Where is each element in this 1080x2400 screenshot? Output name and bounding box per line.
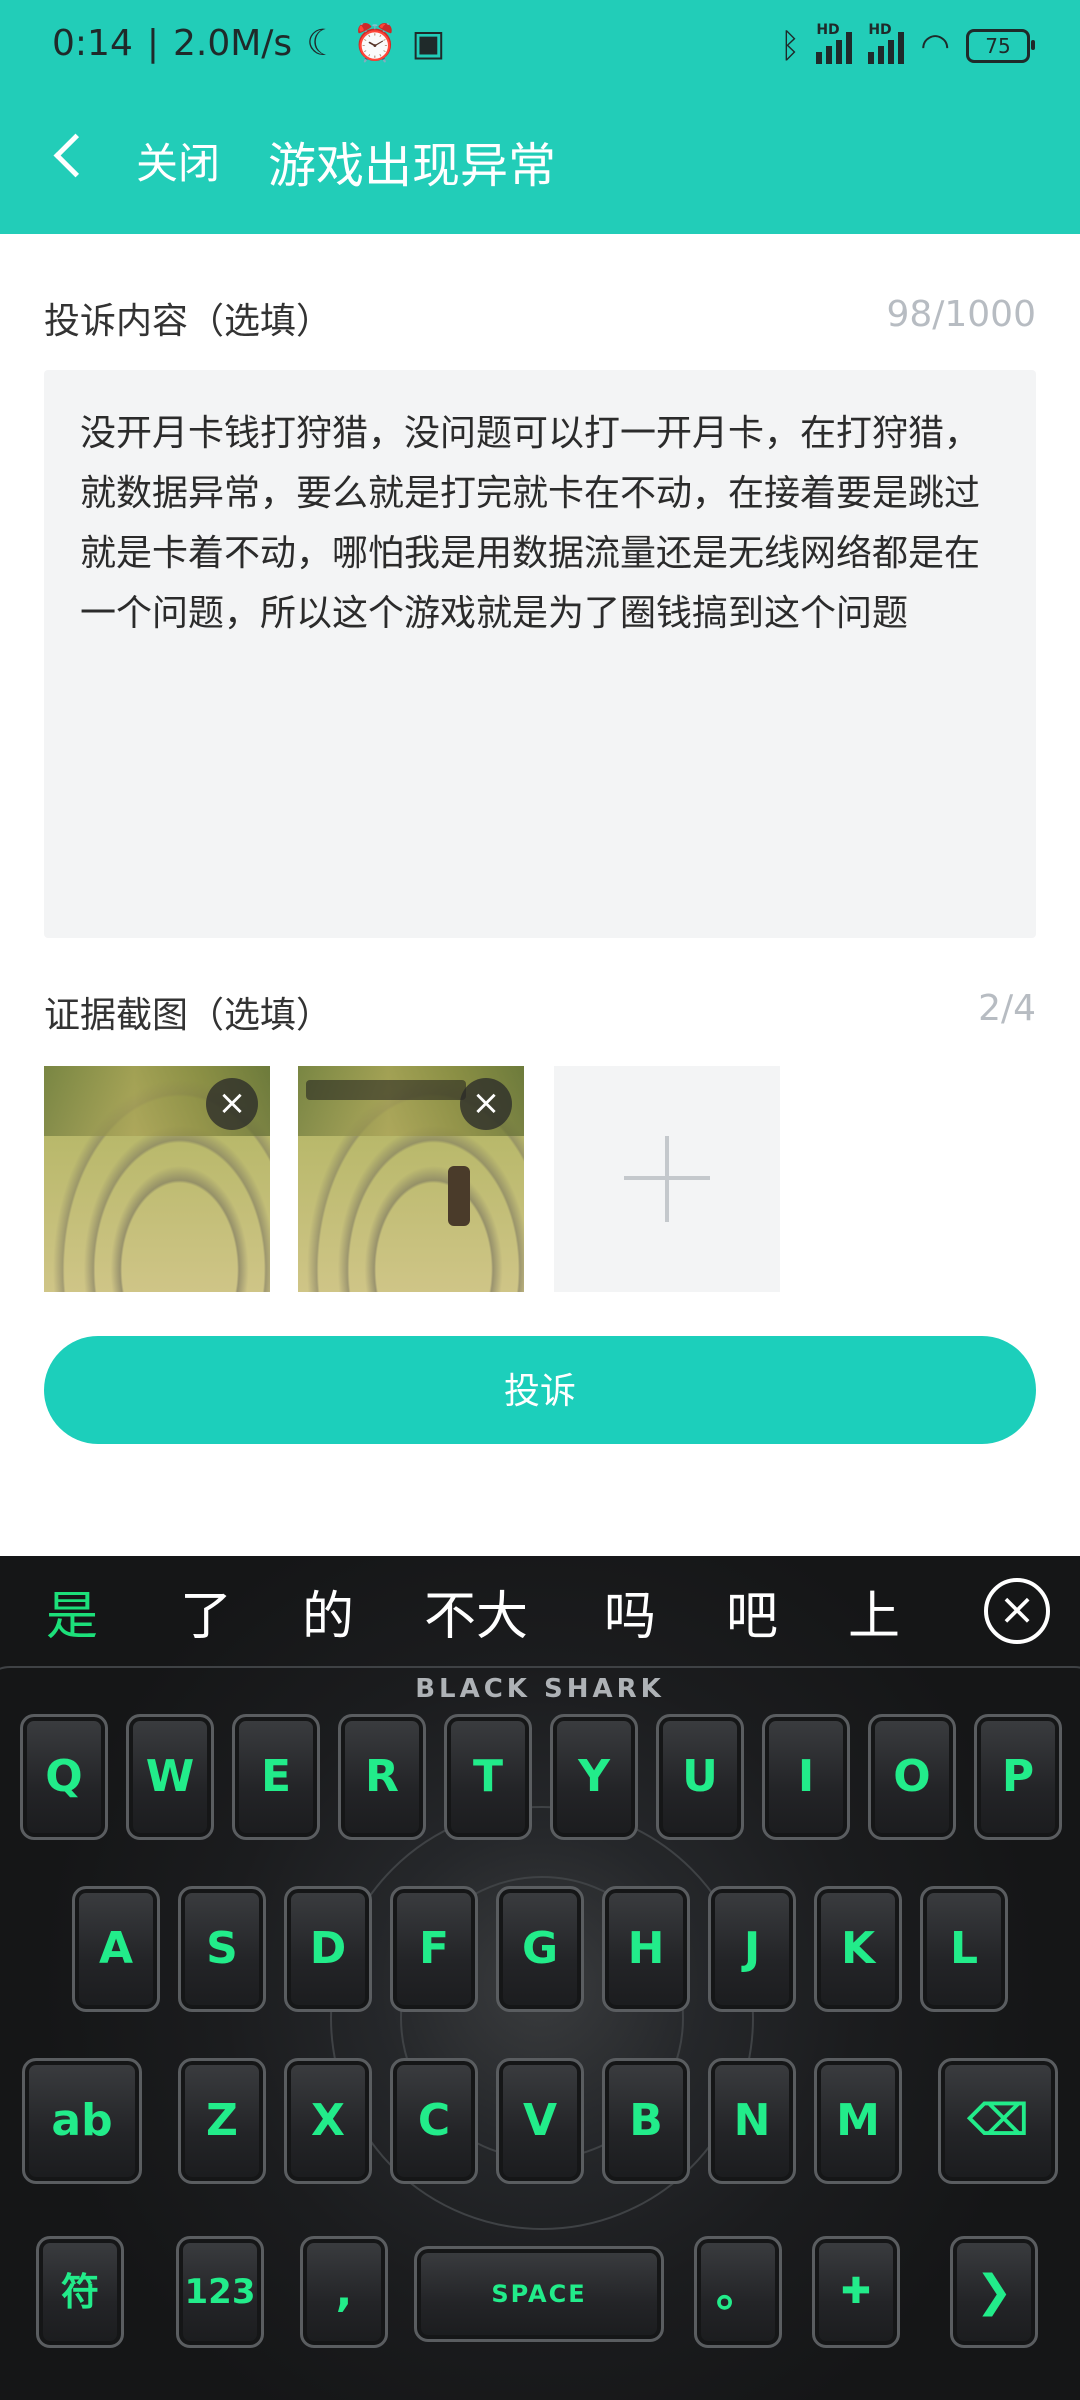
wifi-icon: ◠ (920, 26, 950, 66)
complaint-counter: 98/1000 (886, 294, 1036, 335)
backspace-icon[interactable]: ⌫ (938, 2058, 1058, 2184)
key-g[interactable]: G (496, 1886, 584, 2012)
key-a[interactable]: A (72, 1886, 160, 2012)
key-w[interactable]: W (126, 1714, 214, 1840)
key-n[interactable]: N (708, 2058, 796, 2184)
keyboard-brand: BLACK SHARK (415, 1674, 665, 1704)
signal-icon-1: HD (816, 22, 853, 64)
back-arrow-icon[interactable] (50, 130, 90, 180)
key-c[interactable]: C (390, 2058, 478, 2184)
alarm-icon: ⏰ (352, 23, 398, 64)
signal-icon-2: HD (868, 22, 905, 64)
candidate-word[interactable]: 是 (46, 1574, 98, 1649)
evidence-thumbnail-2[interactable]: × (298, 1066, 524, 1292)
remove-image-icon[interactable]: × (206, 1078, 258, 1130)
key-x[interactable]: X (284, 2058, 372, 2184)
candidate-word[interactable]: 不大 (424, 1574, 528, 1649)
key-l[interactable]: L (920, 1886, 1008, 2012)
app-header: 0:14 | 2.0M/s ☾ ⏰ ▣ ᛒ HD HD ◠ 75 关闭 游戏出现… (0, 0, 1080, 234)
key-o[interactable]: O (868, 1714, 956, 1840)
emoji-icon[interactable]: ✚ (812, 2236, 900, 2348)
evidence-thumbnail-1[interactable]: × (44, 1066, 270, 1292)
status-speed: 2.0M/s (172, 22, 293, 64)
candidate-word[interactable]: 吗 (604, 1574, 656, 1649)
key-h[interactable]: H (602, 1886, 690, 2012)
key-f[interactable]: F (390, 1886, 478, 2012)
moon-icon: ☾ (306, 22, 339, 64)
enter-icon[interactable]: ❯ (950, 2236, 1038, 2348)
candidate-word[interactable]: 上 (848, 1574, 900, 1649)
status-time: 0:14 (52, 22, 133, 64)
key-y[interactable]: Y (550, 1714, 638, 1840)
symbol-key[interactable]: 符 (36, 2236, 124, 2348)
comma-key[interactable]: , (300, 2236, 388, 2348)
status-divider: | (146, 22, 159, 64)
key-b[interactable]: B (602, 2058, 690, 2184)
app-notification-icon: ▣ (411, 22, 446, 64)
key-r[interactable]: R (338, 1714, 426, 1840)
candidate-word[interactable]: 的 (302, 1574, 354, 1649)
candidate-word[interactable]: 吧 (726, 1574, 778, 1649)
remove-image-icon[interactable]: × (460, 1078, 512, 1130)
candidate-word[interactable]: 了 (180, 1574, 232, 1649)
battery-level: 75 (985, 34, 1011, 58)
status-bar: 0:14 | 2.0M/s ☾ ⏰ ▣ ᛒ HD HD ◠ 75 (0, 0, 1080, 100)
close-button[interactable]: 关闭 (136, 130, 220, 191)
bluetooth-icon: ᛒ (779, 26, 801, 66)
nav-bar: 关闭 游戏出现异常 (0, 110, 1080, 200)
key-p[interactable]: P (974, 1714, 1062, 1840)
evidence-label: 证据截图（选填） (44, 995, 333, 1036)
key-m[interactable]: M (814, 2058, 902, 2184)
key-d[interactable]: D (284, 1886, 372, 2012)
add-image-button[interactable] (554, 1066, 780, 1292)
key-z[interactable]: Z (178, 2058, 266, 2184)
close-candidates-icon[interactable]: × (984, 1578, 1050, 1644)
candidate-bar: 是 了 的 不大 吗 吧 上 × (0, 1556, 1080, 1656)
key-k[interactable]: K (814, 1886, 902, 2012)
complaint-textarea[interactable]: 没开月卡钱打狩猎，没问题可以打一开月卡，在打狩猎，就数据异常，要么就是打完就卡在… (44, 370, 1036, 938)
evidence-counter: 2/4 (978, 988, 1036, 1029)
key-v[interactable]: V (496, 2058, 584, 2184)
key-e[interactable]: E (232, 1714, 320, 1840)
battery-icon: 75 (966, 29, 1035, 63)
complaint-label: 投诉内容（选填） (44, 301, 333, 342)
submit-complaint-button[interactable]: 投诉 (44, 1336, 1036, 1444)
key-q[interactable]: Q (20, 1714, 108, 1840)
key-j[interactable]: J (708, 1886, 796, 2012)
keyboard: 是 了 的 不大 吗 吧 上 × BLACK SHARK Q W E R T Y… (0, 1556, 1080, 2400)
key-i[interactable]: I (762, 1714, 850, 1840)
page-title: 游戏出现异常 (268, 138, 557, 194)
period-key[interactable]: 。 (694, 2236, 782, 2348)
space-key[interactable]: SPACE (414, 2246, 664, 2342)
shift-key[interactable]: ab (22, 2058, 142, 2184)
key-s[interactable]: S (178, 1886, 266, 2012)
number-key[interactable]: 123 (176, 2236, 264, 2348)
key-t[interactable]: T (444, 1714, 532, 1840)
key-u[interactable]: U (656, 1714, 744, 1840)
